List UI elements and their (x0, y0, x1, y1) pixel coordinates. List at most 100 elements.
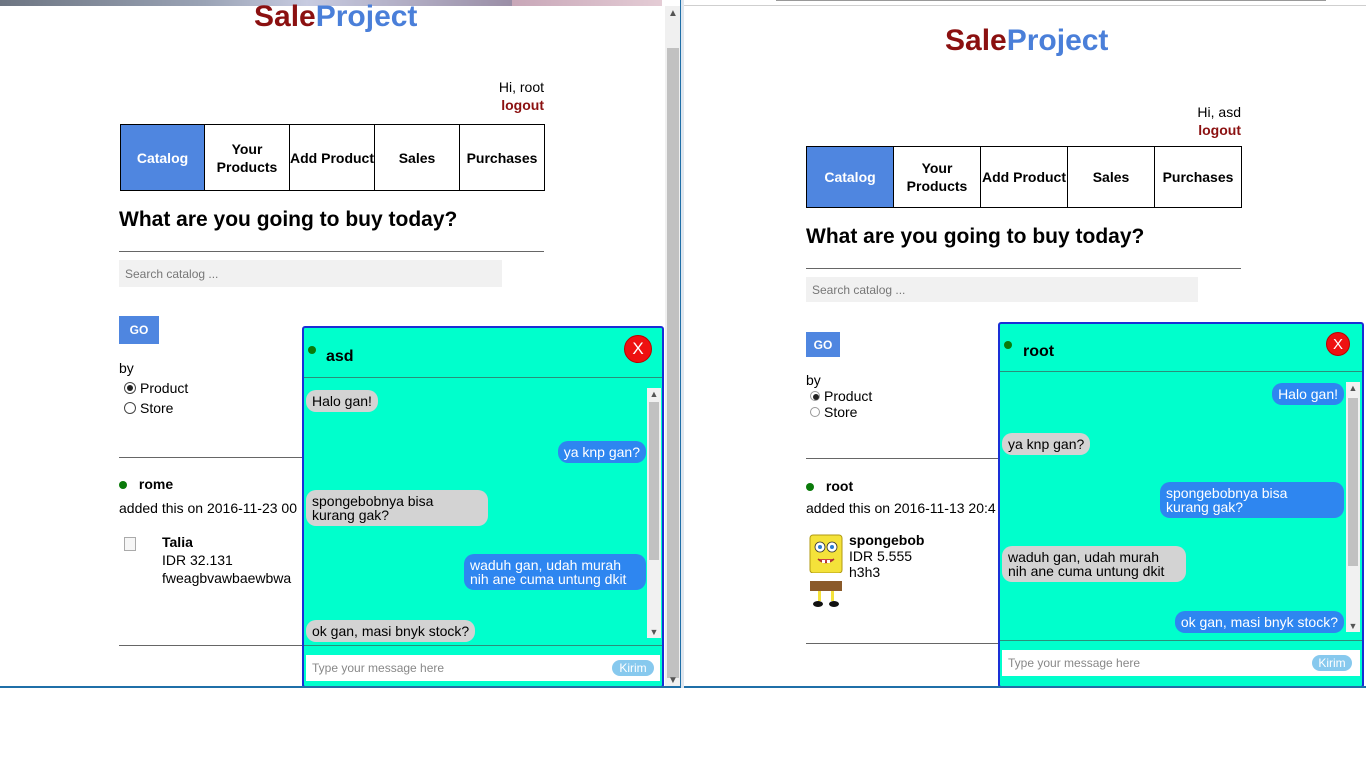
logo-project: Project (315, 0, 418, 33)
message-input[interactable]: Type your message here (306, 655, 660, 681)
seller-line: rome (119, 476, 173, 492)
radio-product-label: Product (824, 388, 873, 404)
message-list[interactable]: Halo gan! ya knp gan? spongebobnya bisa … (1000, 380, 1344, 633)
by-label: by (119, 360, 134, 376)
tab-purchases[interactable]: Purchases (1154, 146, 1242, 208)
search-by-group: by Product Store (806, 372, 872, 420)
radio-store-label: Store (824, 404, 858, 420)
chat-window: root X Halo gan! ya knp gan? spongebobny… (998, 322, 1364, 686)
product-name[interactable]: Talia (162, 534, 193, 550)
main-nav: Catalog Your Products Add Product Sales … (806, 146, 1242, 208)
message-bubble-sent: ya knp gan? (557, 441, 646, 463)
message-bubble-received: Halo gan! (306, 390, 378, 412)
radio-store-dot[interactable] (810, 407, 820, 417)
right-browser-window: SaleProject Hi, asd logout Catalog Your … (684, 0, 1366, 688)
product-description: h3h3 (849, 564, 881, 580)
user-greeting-block: Hi, asd logout (1140, 103, 1241, 139)
spongebob-product-image[interactable] (807, 533, 845, 609)
online-status-dot (308, 346, 316, 354)
scrollbar-thumb[interactable] (667, 48, 679, 678)
chat-scrollbar-thumb[interactable] (1348, 398, 1358, 566)
go-button[interactable]: GO (806, 332, 840, 357)
added-date: added this on 2016-11-13 20:4 (806, 500, 996, 516)
left-browser-window: SaleProject Hi, root logout Catalog Your… (0, 0, 682, 688)
radio-product-label: Product (140, 380, 189, 396)
chat-input-bar: Type your message here Kirim (1000, 640, 1362, 686)
tab-add-product[interactable]: Add Product (289, 124, 375, 191)
radio-product-dot[interactable] (810, 391, 820, 401)
product-description: fweagbvawbaewbwa (162, 570, 292, 586)
logo-sale: Sale (254, 0, 316, 33)
search-by-group: by Product Store (119, 358, 188, 418)
go-button[interactable]: GO (119, 316, 159, 344)
tab-catalog[interactable]: Catalog (120, 124, 205, 191)
tab-sales[interactable]: Sales (1067, 146, 1155, 208)
radio-store-dot[interactable] (124, 402, 136, 414)
seller-line: root (806, 478, 853, 494)
seller-name[interactable]: rome (139, 476, 173, 492)
chat-header: asd X (304, 328, 662, 378)
close-chat-button[interactable]: X (624, 335, 652, 363)
tab-catalog[interactable]: Catalog (806, 146, 894, 208)
send-button[interactable]: Kirim (612, 660, 654, 676)
tab-your-products[interactable]: Your Products (893, 146, 981, 208)
logout-link[interactable]: logout (440, 96, 544, 114)
by-label: by (806, 372, 821, 388)
product-price: IDR 32.131 (162, 552, 233, 568)
greeting-text: Hi, asd (1197, 104, 1241, 120)
product-info: Talia IDR 32.131 fweagbvawbaewbwa (162, 533, 291, 587)
message-bubble-received: waduh gan, udah murah nih ane cuma untun… (1002, 546, 1186, 582)
user-greeting-block: Hi, root logout (440, 78, 544, 114)
chat-scrollbar[interactable]: ▲ ▼ (647, 388, 661, 638)
divider (806, 643, 998, 644)
top-banner-image-right (512, 0, 662, 6)
greeting-text: Hi, root (498, 79, 544, 95)
message-input[interactable]: Type your message here (1002, 650, 1360, 676)
scroll-up-arrow-icon[interactable]: ▲ (1346, 383, 1360, 393)
radio-product-dot[interactable] (124, 382, 136, 394)
divider (119, 457, 309, 458)
product-name[interactable]: spongebob (849, 532, 924, 548)
message-bubble-sent: ok gan, masi bnyk stock? (1174, 611, 1344, 633)
app-logo[interactable]: SaleProject (945, 24, 1108, 58)
seller-name[interactable]: root (826, 478, 853, 494)
scroll-down-arrow-icon[interactable]: ▼ (1346, 621, 1360, 631)
logout-link[interactable]: logout (1140, 121, 1241, 139)
message-list[interactable]: Halo gan! ya knp gan? spongebobnya bisa … (304, 386, 646, 642)
close-chat-button[interactable]: X (1326, 332, 1350, 356)
scroll-up-arrow-icon[interactable]: ▲ (647, 389, 661, 399)
page-scrollbar[interactable]: ▲ ▼ (665, 6, 680, 686)
divider (806, 268, 1241, 269)
page-heading: What are you going to buy today? (119, 208, 458, 231)
tab-your-products[interactable]: Your Products (204, 124, 290, 191)
search-input[interactable]: Search catalog ... (806, 277, 1198, 302)
divider (119, 251, 544, 252)
message-bubble-received: ya knp gan? (1002, 433, 1091, 455)
tab-purchases[interactable]: Purchases (459, 124, 545, 191)
logo-project: Project (1006, 24, 1109, 57)
message-bubble-sent: spongebobnya bisa kurang gak? (1160, 482, 1344, 518)
tab-add-product[interactable]: Add Product (980, 146, 1068, 208)
scroll-up-arrow-icon[interactable]: ▲ (665, 8, 680, 19)
message-bubble-received: ok gan, masi bnyk stock? (306, 620, 476, 642)
radio-product[interactable]: Product (124, 378, 188, 398)
chat-partner-name: root (1023, 343, 1055, 360)
chat-scrollbar[interactable]: ▲ ▼ (1346, 382, 1360, 632)
scroll-down-arrow-icon[interactable]: ▼ (647, 627, 661, 637)
tab-sales[interactable]: Sales (374, 124, 460, 191)
chat-scrollbar-thumb[interactable] (649, 402, 659, 560)
radio-store[interactable]: Store (810, 404, 872, 420)
top-border (684, 0, 1366, 6)
radio-product[interactable]: Product (810, 388, 872, 404)
page-heading: What are you going to buy today? (806, 225, 1145, 248)
search-input[interactable]: Search catalog ... (119, 260, 502, 287)
message-bubble-sent: Halo gan! (1272, 383, 1344, 405)
app-logo[interactable]: SaleProject (254, 0, 417, 34)
send-button[interactable]: Kirim (1312, 655, 1352, 671)
online-status-dot (1004, 341, 1012, 349)
chat-input-bar: Type your message here Kirim (304, 645, 662, 686)
radio-store[interactable]: Store (124, 398, 188, 418)
product-price: IDR 5.555 (849, 548, 913, 564)
scroll-down-arrow-icon[interactable]: ▼ (665, 675, 680, 686)
message-bubble-received: spongebobnya bisa kurang gak? (306, 490, 488, 526)
